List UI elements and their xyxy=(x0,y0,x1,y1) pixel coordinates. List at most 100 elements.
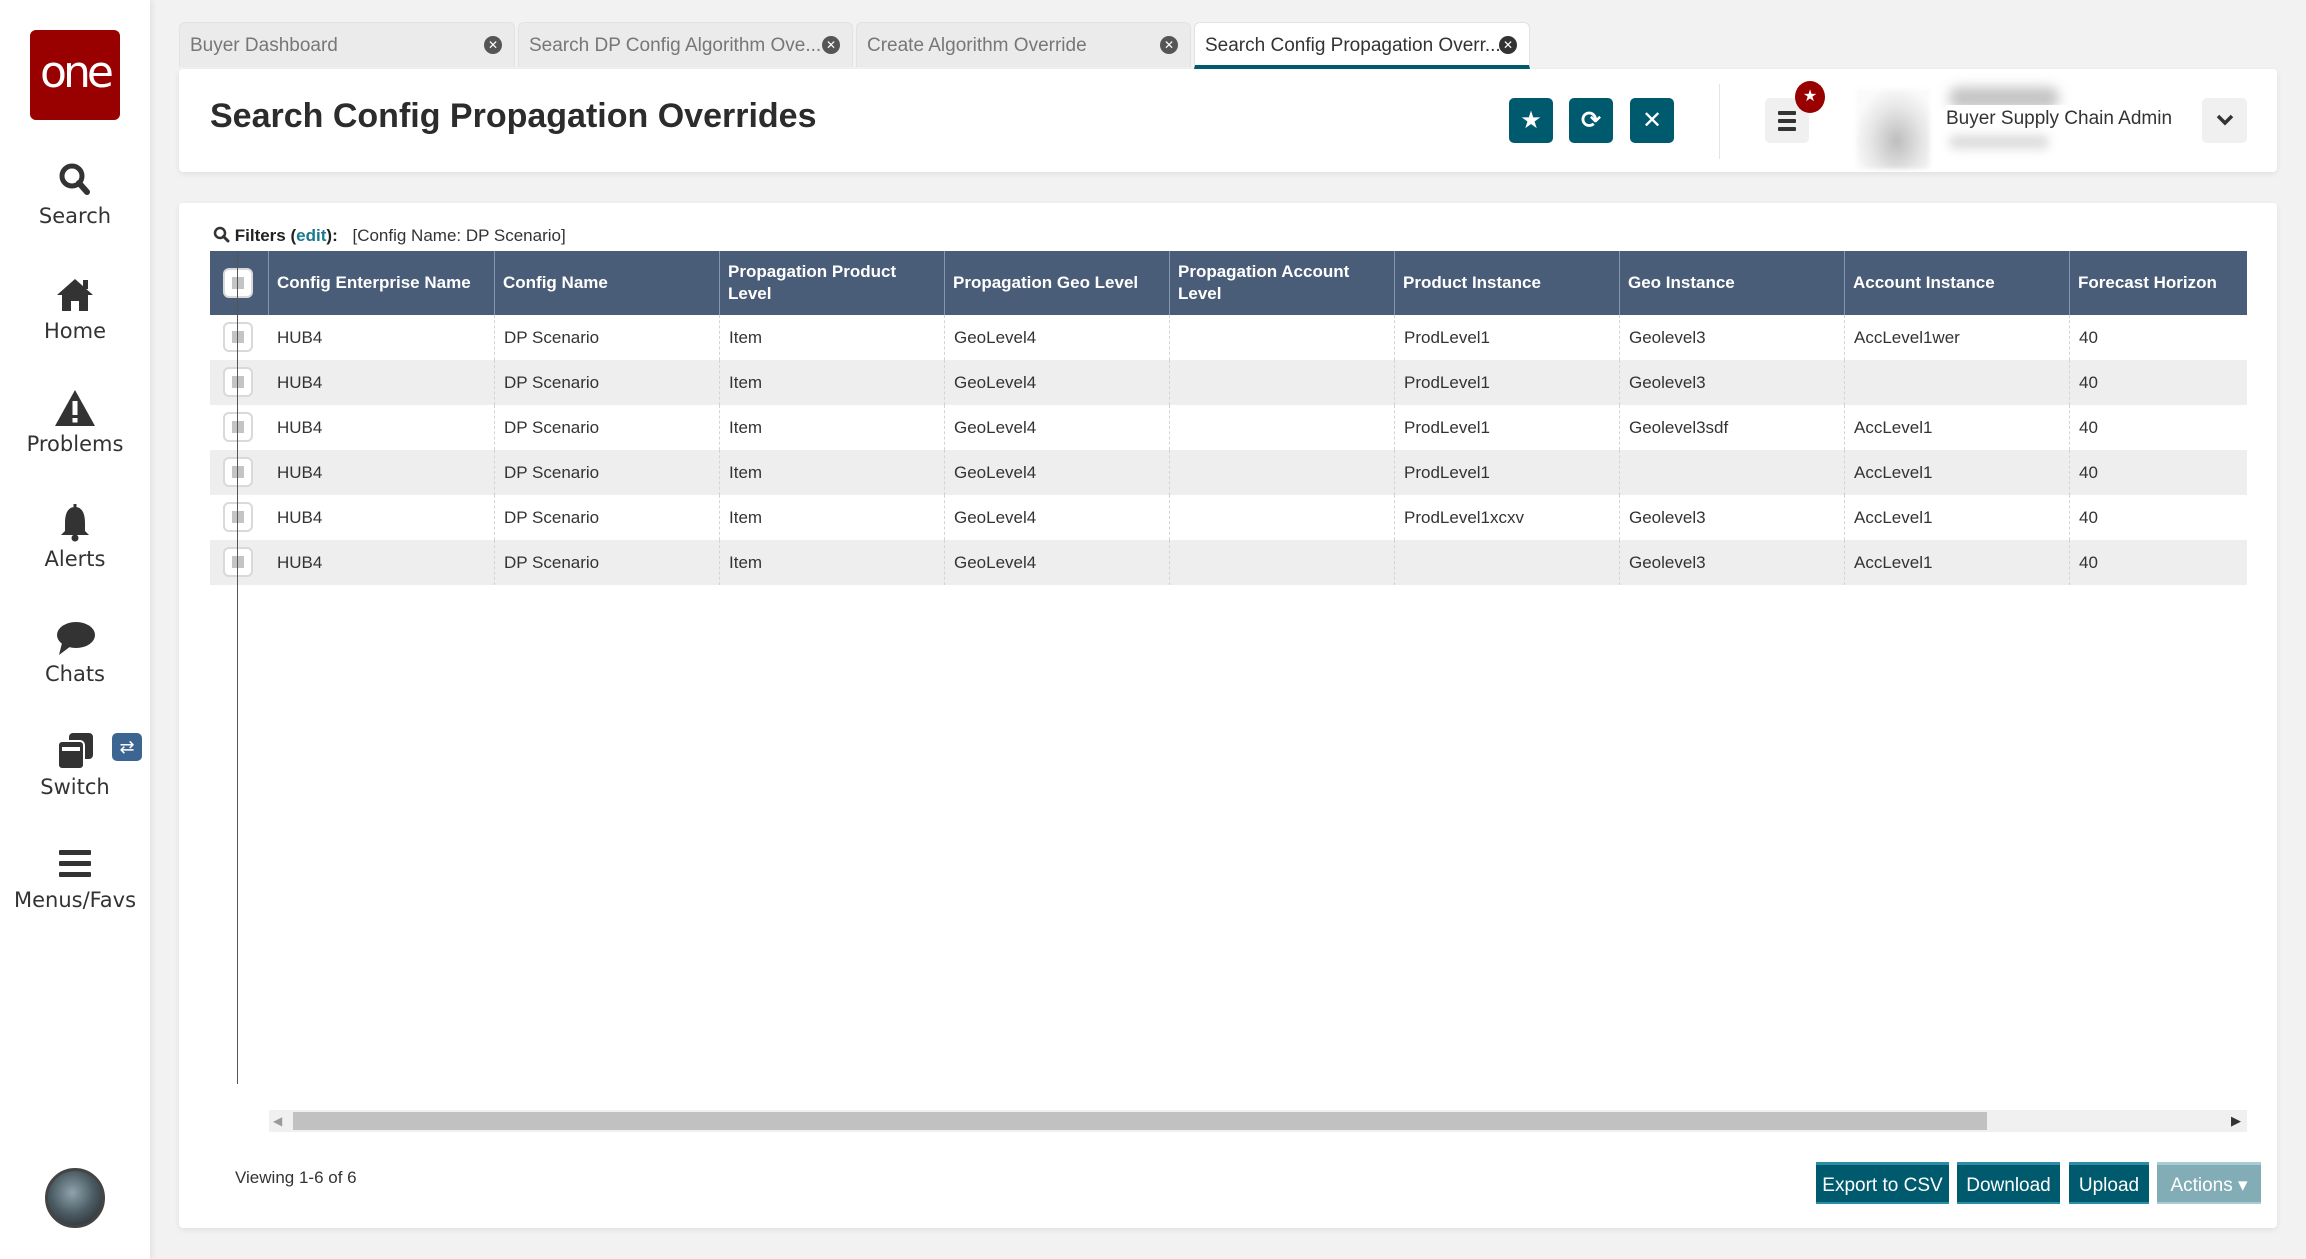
table-cell: Geolevel3 xyxy=(1619,315,1844,360)
results-panel: Filters (edit): [Config Name: DP Scenari… xyxy=(179,203,2277,1228)
table-cell: 40 xyxy=(2069,315,2247,360)
sidebar-item-home[interactable]: Home xyxy=(0,275,150,343)
sidebar-item-search[interactable]: Search xyxy=(0,160,150,228)
close-icon: ✕ xyxy=(1641,107,1663,134)
column-header[interactable]: Propagation Product Level xyxy=(719,251,944,315)
sidebar-item-label: Search xyxy=(38,204,112,228)
user-role: Buyer Supply Chain Admin xyxy=(1946,105,2173,133)
select-all-checkbox[interactable] xyxy=(223,268,253,298)
table-cell: Item xyxy=(719,405,944,450)
close-tab-icon[interactable]: ✕ xyxy=(822,36,840,54)
table-row[interactable]: HUB4 DP Scenario Item GeoLevel4 ProdLevel1 Ge… xyxy=(210,405,2247,450)
sidebar-item-alerts[interactable]: Alerts xyxy=(0,503,150,571)
download-button[interactable]: Download xyxy=(1957,1162,2060,1204)
chat-icon xyxy=(57,622,95,655)
table-cell: HUB4 xyxy=(277,463,323,482)
sidebar-item-chats[interactable]: Chats xyxy=(0,618,150,686)
column-header[interactable]: Forecast Horizon xyxy=(2069,251,2247,315)
close-tab-icon[interactable]: ✕ xyxy=(484,36,502,54)
close-tab-icon[interactable]: ✕ xyxy=(1499,36,1517,54)
row-checkbox[interactable] xyxy=(223,547,253,577)
sidebar-item-label: Home xyxy=(43,319,106,343)
row-checkbox[interactable] xyxy=(223,457,253,487)
table-cell xyxy=(1169,315,1394,360)
horizontal-scrollbar[interactable]: ◀ ▶ xyxy=(269,1110,2247,1132)
column-header[interactable]: Propagation Geo Level xyxy=(944,251,1169,315)
assistant-avatar[interactable] xyxy=(45,1168,105,1228)
user-menu-chevron-icon[interactable] xyxy=(2202,98,2247,143)
close-tab-icon[interactable]: ✕ xyxy=(1160,36,1178,54)
table-row[interactable]: HUB4 DP Scenario Item GeoLevel4 ProdLevel1 Ge… xyxy=(210,315,2247,360)
table-cell: AccLevel1 xyxy=(1844,405,2069,450)
table-cell: GeoLevel4 xyxy=(944,540,1169,585)
table-cell: Geolevel3sdf xyxy=(1619,405,1844,450)
hamburger-icon-bar xyxy=(1778,119,1796,123)
table-cell: Item xyxy=(719,360,944,405)
table-cell: AccLevel1 xyxy=(1844,495,2069,540)
column-header[interactable]: Config Name xyxy=(494,251,719,315)
table-cell: 40 xyxy=(2069,360,2247,405)
scroll-right-arrow-icon[interactable]: ▶ xyxy=(2231,1113,2241,1129)
column-header[interactable]: Config Enterprise Name xyxy=(268,251,494,315)
export-csv-button[interactable]: Export to CSV xyxy=(1816,1162,1949,1204)
checkbox-column-divider xyxy=(237,251,238,1084)
tab-buyer-dashboard[interactable]: Buyer Dashboard ✕ xyxy=(179,22,515,67)
favorite-button[interactable]: ★ xyxy=(1509,98,1553,143)
table-row[interactable]: HUB4 DP Scenario Item GeoLevel4 Geolevel3 Acc… xyxy=(210,540,2247,585)
switch-arrows-icon[interactable]: ⇄ xyxy=(112,733,142,761)
tab-label: Buyer Dashboard xyxy=(190,35,338,56)
table-cell: ProdLevel1 xyxy=(1394,315,1619,360)
switch-windows-icon xyxy=(57,733,93,770)
table-cell: ProdLevel1 xyxy=(1394,450,1619,495)
chevron-down-icon xyxy=(2216,114,2233,126)
column-header[interactable]: Product Instance xyxy=(1394,251,1619,315)
table-cell: HUB4 xyxy=(277,328,323,347)
sidebar-item-label: Menus/Favs xyxy=(13,888,137,912)
tab-create-algorithm-override[interactable]: Create Algorithm Override ✕ xyxy=(856,22,1191,67)
row-checkbox[interactable] xyxy=(223,322,253,352)
column-header[interactable]: Geo Instance xyxy=(1619,251,1844,315)
table-cell: Item xyxy=(719,540,944,585)
table-row[interactable]: HUB4 DP Scenario Item GeoLevel4 ProdLevel1xc… xyxy=(210,495,2247,540)
close-page-button[interactable]: ✕ xyxy=(1630,98,1674,143)
column-header[interactable]: Account Instance xyxy=(1844,251,2069,315)
refresh-icon: ⟳ xyxy=(1580,107,1602,134)
tab-search-dp-config-algorithm[interactable]: Search DP Config Algorithm Ove... ✕ xyxy=(518,22,853,67)
page-header: Search Config Propagation Overrides ★ ⟳ … xyxy=(179,69,2277,172)
filters-value: [Config Name: DP Scenario] xyxy=(352,226,566,245)
tab-search-config-propagation[interactable]: Search Config Propagation Overr... ✕ xyxy=(1194,22,1530,69)
app-logo[interactable]: one xyxy=(30,30,120,120)
upload-button[interactable]: Upload xyxy=(2069,1162,2149,1204)
column-header[interactable]: Propagation Account Level xyxy=(1169,251,1394,315)
sidebar-item-label: Switch xyxy=(40,775,110,799)
star-icon: ★ xyxy=(1520,107,1542,134)
table-cell: HUB4 xyxy=(277,553,323,572)
warning-icon xyxy=(55,390,95,426)
table-cell: Geolevel3 xyxy=(1619,495,1844,540)
sidebar-item-label: Alerts xyxy=(44,547,106,571)
row-checkbox[interactable] xyxy=(223,367,253,397)
sidebar-item-menus-favs[interactable]: Menus/Favs xyxy=(0,844,150,912)
scrollbar-thumb[interactable] xyxy=(293,1112,1987,1130)
user-org-redacted xyxy=(1949,135,2049,149)
table-cell: DP Scenario xyxy=(494,450,719,495)
filters-label: Filters xyxy=(234,226,286,245)
table-row[interactable]: HUB4 DP Scenario Item GeoLevel4 ProdLevel1 Ge… xyxy=(210,360,2247,405)
table-row[interactable]: HUB4 DP Scenario Item GeoLevel4 ProdLevel1 Ac… xyxy=(210,450,2247,495)
search-icon xyxy=(59,163,90,195)
actions-dropdown-button[interactable]: Actions ▾ xyxy=(2157,1162,2261,1204)
search-icon xyxy=(213,226,230,243)
row-checkbox[interactable] xyxy=(223,502,253,532)
refresh-button[interactable]: ⟳ xyxy=(1569,98,1613,143)
hamburger-icon xyxy=(1778,111,1796,115)
table-cell: Item xyxy=(719,495,944,540)
table-cell: DP Scenario xyxy=(494,495,719,540)
tab-label: Search Config Propagation Overr... xyxy=(1205,35,1501,56)
sidebar: one Search Home Problems Alerts Chats Sw… xyxy=(0,0,150,1259)
row-checkbox[interactable] xyxy=(223,412,253,442)
header-divider xyxy=(1719,84,1720,159)
user-avatar[interactable] xyxy=(1856,89,1930,169)
sidebar-item-problems[interactable]: Problems xyxy=(0,388,150,456)
scroll-left-arrow-icon[interactable]: ◀ xyxy=(273,1114,282,1128)
edit-filters-link[interactable]: edit xyxy=(296,226,326,245)
